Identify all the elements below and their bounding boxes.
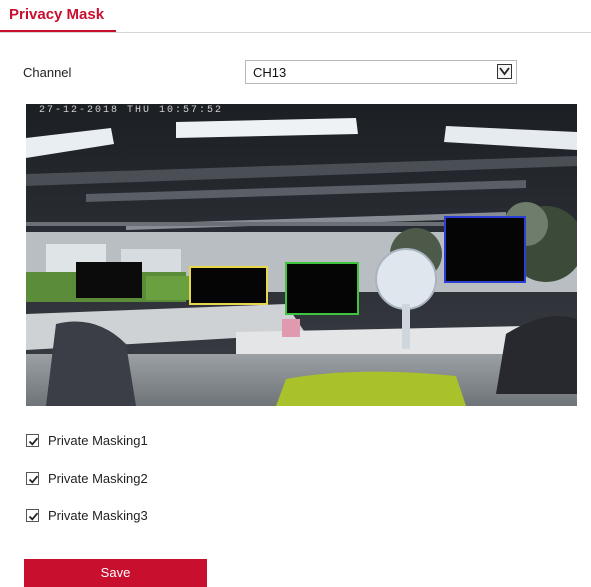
mask-checkbox-label: Private Masking2 [48, 471, 148, 486]
privacy-mask-1[interactable] [189, 266, 268, 305]
checkbox-checked-icon[interactable] [26, 509, 39, 522]
save-button[interactable]: Save [24, 559, 207, 587]
chevron-down-icon[interactable] [497, 64, 512, 79]
tab-divider [0, 32, 591, 33]
privacy-mask-2[interactable] [285, 262, 359, 315]
privacy-mask-3[interactable] [444, 216, 526, 283]
channel-selected-value: CH13 [253, 65, 287, 80]
channel-label: Channel [23, 65, 72, 80]
video-timestamp: 27-12-2018 THU 10:57:52 [39, 105, 224, 116]
mask-checkbox-label: Private Masking1 [48, 433, 148, 448]
mask-checkbox-label: Private Masking3 [48, 508, 148, 523]
tab-bar: Privacy Mask [0, 0, 591, 33]
checkbox-checked-icon[interactable] [26, 472, 39, 485]
tab-privacy-mask[interactable]: Privacy Mask [9, 6, 104, 23]
checkbox-checked-icon[interactable] [26, 434, 39, 447]
mask-checkbox-row-2[interactable]: Private Masking2 [26, 470, 226, 488]
channel-select[interactable]: CH13 [245, 60, 517, 84]
camera-preview[interactable]: 27-12-2018 THU 10:57:52 [26, 104, 577, 406]
mask-checkbox-row-1[interactable]: Private Masking1 [26, 432, 226, 450]
mask-checkbox-row-3[interactable]: Private Masking3 [26, 507, 226, 525]
